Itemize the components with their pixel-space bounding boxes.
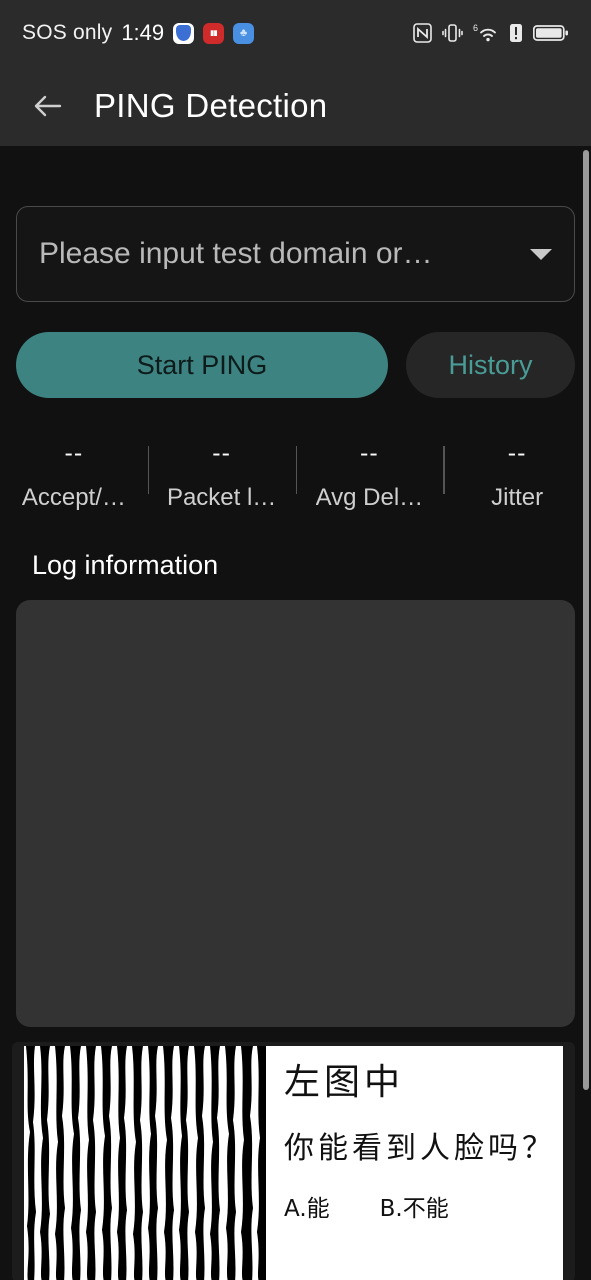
stat-value: -- [360,439,379,467]
page-scrollbar[interactable] [583,150,589,1090]
wifi-6-icon: 6 [473,23,499,44]
domain-input-field[interactable]: Please input test domain or… [16,206,575,302]
stat-packet-loss: -- Packet l… [147,432,296,528]
stats-row: -- Accept/… -- Packet l… -- Avg Del… -- … [0,432,591,528]
alert-icon [509,23,523,43]
ad-headline: 左图中 [284,1062,405,1103]
status-bar-right: 6 [413,23,569,44]
start-ping-button[interactable]: Start PING [16,332,388,398]
chevron-down-icon[interactable] [530,248,552,260]
ad-content: 左图中 你能看到人脸吗？ A.能 B.不能 [24,1046,563,1280]
vibrate-icon [442,23,463,43]
stat-label: Jitter [491,484,544,511]
optical-illusion-image [24,1046,266,1280]
stat-value: -- [212,439,231,467]
status-bar-left: SOS only 1:49 ▮▮ ♣ [22,20,255,46]
stat-label: Packet l… [166,484,277,511]
shield-app-icon [173,22,195,44]
stat-value: -- [507,439,527,467]
stat-accept: -- Accept/… [0,432,148,528]
ad-text-block: 左图中 你能看到人脸吗？ A.能 B.不能 [266,1046,563,1280]
nfc-icon [413,23,432,43]
ad-options: A.能 B.不能 [284,1189,557,1223]
clock-label: 1:49 [121,20,165,45]
red-app-icon: ▮▮ [203,22,225,44]
page-title: PING Detection [94,87,328,124]
ad-option-b[interactable]: B.不能 [380,1189,449,1223]
log-output-box[interactable] [16,600,575,1027]
stat-label: Avg Del… [315,484,424,511]
action-button-row: Start PING History [16,332,575,398]
phone-screen: SOS only 1:49 ▮▮ ♣ 6 PING Detection Plea… [0,0,591,1280]
history-button[interactable]: History [406,332,575,398]
stat-avg-delay: -- Avg Del… [295,432,444,528]
stat-value: -- [64,439,84,467]
app-bar: PING Detection [0,66,591,146]
log-section-title: Log information [32,550,219,580]
page-content: Please input test domain or… Start PING … [0,146,591,1280]
domain-input-placeholder: Please input test domain or… [39,237,433,270]
back-button[interactable] [30,88,66,124]
ad-question: 你能看到人脸吗？ [284,1131,556,1166]
stat-jitter: -- Jitter [443,432,591,528]
stat-label: Accept/… [21,484,126,511]
ad-option-a[interactable]: A.能 [284,1189,330,1223]
battery-icon [533,23,569,43]
ad-banner[interactable]: 左图中 你能看到人脸吗？ A.能 B.不能 [12,1042,575,1280]
svg-text:6: 6 [473,23,478,33]
carrier-label: SOS only [22,21,113,44]
blue-app-icon: ♣ [233,22,255,44]
status-bar: SOS only 1:49 ▮▮ ♣ 6 [0,0,591,66]
